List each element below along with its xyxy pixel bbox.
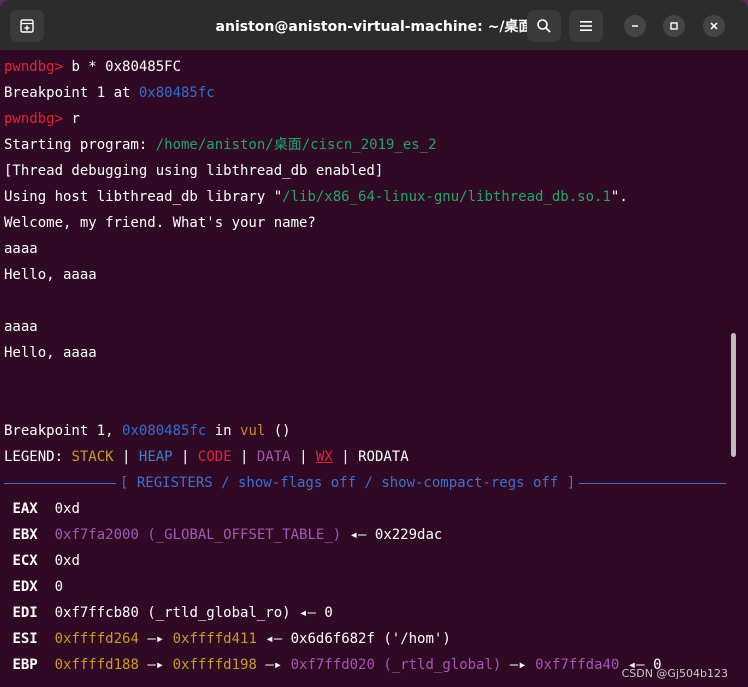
legend-sep: | xyxy=(332,449,359,465)
close-icon xyxy=(710,22,718,30)
arrow: ◂— xyxy=(256,631,291,647)
hamburger-menu-icon xyxy=(580,21,592,31)
function-name: vul xyxy=(240,423,266,439)
terminal-line: pwndbg> b * 0x80485FC xyxy=(4,54,726,80)
register-value: 0xffffd188 xyxy=(54,657,139,673)
register-row-ebx: EBX 0xf7fa2000 (_GLOBAL_OFFSET_TABLE_) ◂… xyxy=(4,522,726,548)
register-name: EDI xyxy=(12,605,38,621)
register-name: EBX xyxy=(12,527,38,543)
arrow: —▸ xyxy=(501,657,536,673)
register-row-eax: EAX 0xd xyxy=(4,496,726,522)
arrow: ◂— xyxy=(290,605,325,621)
output-text: ". xyxy=(610,189,628,205)
output-text: in xyxy=(206,423,241,439)
terminal-line: pwndbg> r xyxy=(4,106,726,132)
register-name: EAX xyxy=(12,501,38,517)
registers-separator: [ REGISTERS / show-flags off / show-comp… xyxy=(4,470,726,496)
pointer-value: 0x6d6f682f ('/hom') xyxy=(290,631,451,647)
terminal-output[interactable]: pwndbg> b * 0x80485FC Breakpoint 1 at 0x… xyxy=(4,54,726,687)
legend-code: CODE xyxy=(197,449,232,465)
registers-section-title: [ REGISTERS / show-flags off / show-comp… xyxy=(116,470,580,496)
register-name: ESI xyxy=(12,631,38,647)
output-text: Breakpoint 1 at xyxy=(4,85,139,101)
register-name: EBP xyxy=(12,657,38,673)
legend-sep: | xyxy=(113,449,139,465)
register-row-edx: EDX 0 xyxy=(4,574,726,600)
register-value: 0 xyxy=(54,579,64,595)
program-path: /home/aniston/桌面/ciscn_2019_es_2 xyxy=(155,137,437,153)
terminal-line: aaaa xyxy=(4,241,38,257)
search-icon xyxy=(537,19,551,33)
terminal-line: Using host libthread_db library "/lib/x8… xyxy=(4,184,726,210)
arrow: —▸ xyxy=(138,631,173,647)
legend-line: LEGEND: STACK | HEAP | CODE | DATA | WX … xyxy=(4,444,726,470)
register-name: EDX xyxy=(12,579,38,595)
title-bar: aniston@aniston-virtual-machine: ~/桌面 xyxy=(0,0,748,50)
output-text: Breakpoint 1, xyxy=(4,423,123,439)
watermark-text: CSDN @Gj504b123 xyxy=(621,667,728,680)
legend-rodata: RODATA xyxy=(358,449,409,465)
terminal-line: Welcome, my friend. What's your name? xyxy=(4,215,316,231)
pointer-value: 0xffffd411 xyxy=(172,631,257,647)
terminal-line: aaaa xyxy=(4,319,38,335)
output-text: () xyxy=(265,423,291,439)
terminal-line: [Thread debugging using libthread_db ena… xyxy=(4,163,384,179)
arrow: ◂— xyxy=(341,527,375,543)
pwndbg-prompt: pwndbg> xyxy=(4,59,64,75)
register-target: 0x229dac xyxy=(374,527,443,543)
legend-data: DATA xyxy=(256,449,291,465)
register-row-ecx: ECX 0xd xyxy=(4,548,726,574)
library-path: /lib/x86_64-linux-gnu/libthread_db.so.1 xyxy=(282,189,611,205)
minimize-icon xyxy=(632,25,638,27)
arrow: —▸ xyxy=(256,657,291,673)
arrow: —▸ xyxy=(138,657,173,673)
terminal-line: Hello, aaaa xyxy=(4,345,97,361)
terminal-line: Breakpoint 1 at 0x80485fc xyxy=(4,80,726,106)
pointer-value: 0xf7ffd020 (_rtld_global) xyxy=(290,657,502,673)
terminal-window: aniston@aniston-virtual-machine: ~/桌面 pw… xyxy=(0,0,748,687)
register-row-esi: ESI 0xffffd264 —▸ 0xffffd411 ◂— 0x6d6f68… xyxy=(4,626,726,652)
command-text: r xyxy=(63,111,80,127)
address-text: 0x080485fc xyxy=(122,423,207,439)
menu-button[interactable] xyxy=(569,10,603,42)
register-value: 0xf7ffcb80 (_rtld_global_ro) xyxy=(54,605,291,621)
register-value: 0xf7fa2000 (_GLOBAL_OFFSET_TABLE_) xyxy=(54,527,342,543)
legend-label: LEGEND: xyxy=(4,449,72,465)
legend-sep: | xyxy=(290,449,316,465)
close-button[interactable] xyxy=(703,15,725,37)
register-row-edi: EDI 0xf7ffcb80 (_rtld_global_ro) ◂— 0 xyxy=(4,600,726,626)
register-target: 0 xyxy=(324,605,333,621)
terminal-line: Breakpoint 1, 0x080485fc in vul () xyxy=(4,418,726,444)
register-row-ebp: EBP 0xffffd188 —▸ 0xffffd198 —▸ 0xf7ffd0… xyxy=(4,652,726,678)
pointer-value: 0xf7ffda40 xyxy=(535,657,620,673)
maximize-icon xyxy=(670,22,678,30)
command-text: b * 0x80485FC xyxy=(63,59,182,75)
legend-wx: WX xyxy=(315,449,333,465)
terminal-line: Starting program: /home/aniston/桌面/ciscn… xyxy=(4,132,726,158)
maximize-button[interactable] xyxy=(663,15,685,37)
terminal-line: Hello, aaaa xyxy=(4,267,97,283)
register-value: 0xd xyxy=(54,501,80,517)
legend-sep: | xyxy=(231,449,257,465)
search-button[interactable] xyxy=(527,10,561,42)
output-text: Using host libthread_db library " xyxy=(4,189,283,205)
register-name: ECX xyxy=(12,553,38,569)
register-value: 0xffffd264 xyxy=(54,631,139,647)
address-text: 0x80485fc xyxy=(138,85,215,101)
pwndbg-prompt: pwndbg> xyxy=(4,111,64,127)
minimize-button[interactable] xyxy=(624,15,646,37)
legend-sep: | xyxy=(172,449,198,465)
output-text: Starting program: xyxy=(4,137,156,153)
legend-stack: STACK xyxy=(71,449,114,465)
pointer-value: 0xffffd198 xyxy=(172,657,257,673)
register-value: 0xd xyxy=(54,553,80,569)
terminal-scrollbar[interactable] xyxy=(731,333,736,457)
legend-heap: HEAP xyxy=(138,449,173,465)
